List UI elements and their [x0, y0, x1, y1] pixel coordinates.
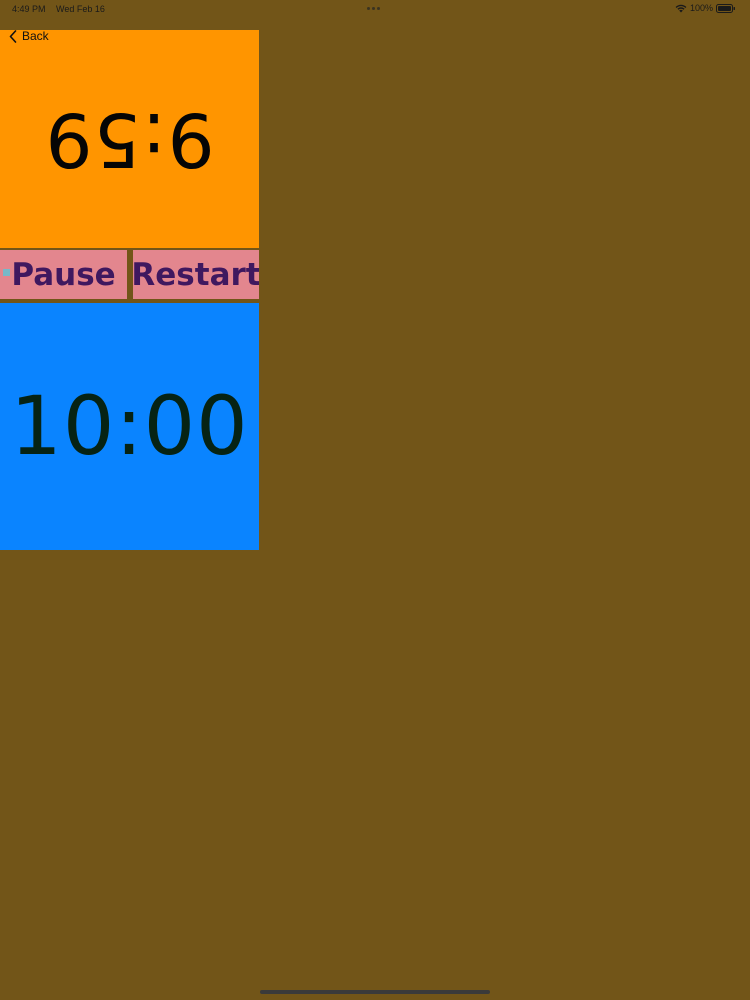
battery-percent: 100%	[689, 3, 713, 13]
battery-icon	[716, 3, 735, 13]
chevron-left-icon	[9, 29, 17, 43]
back-button-label: Back	[22, 29, 49, 43]
multitasking-dots-icon[interactable]	[367, 7, 380, 10]
restart-button[interactable]: Restart	[133, 250, 259, 299]
status-bar: 4:49 PM Wed Feb 16 100%	[0, 0, 750, 18]
bottom-timer-display: 10:00	[10, 379, 249, 474]
home-indicator[interactable]	[260, 990, 490, 994]
pause-button-label: Pause	[11, 256, 116, 293]
timer-controls: Pause Restart	[0, 248, 259, 301]
top-timer-panel[interactable]: 9:59	[0, 30, 259, 248]
status-time: 4:49 PM	[12, 4, 46, 14]
restart-button-label: Restart	[133, 256, 259, 293]
top-timer-display: 9:59	[44, 96, 215, 182]
bottom-timer-panel[interactable]: 10:00	[0, 303, 259, 550]
pause-button[interactable]: Pause	[0, 250, 127, 299]
back-button[interactable]: Back	[9, 29, 49, 43]
focus-indicator	[3, 269, 10, 276]
wifi-icon	[675, 4, 687, 12]
status-date: Wed Feb 16	[56, 4, 105, 14]
status-indicators: 100%	[675, 3, 736, 13]
